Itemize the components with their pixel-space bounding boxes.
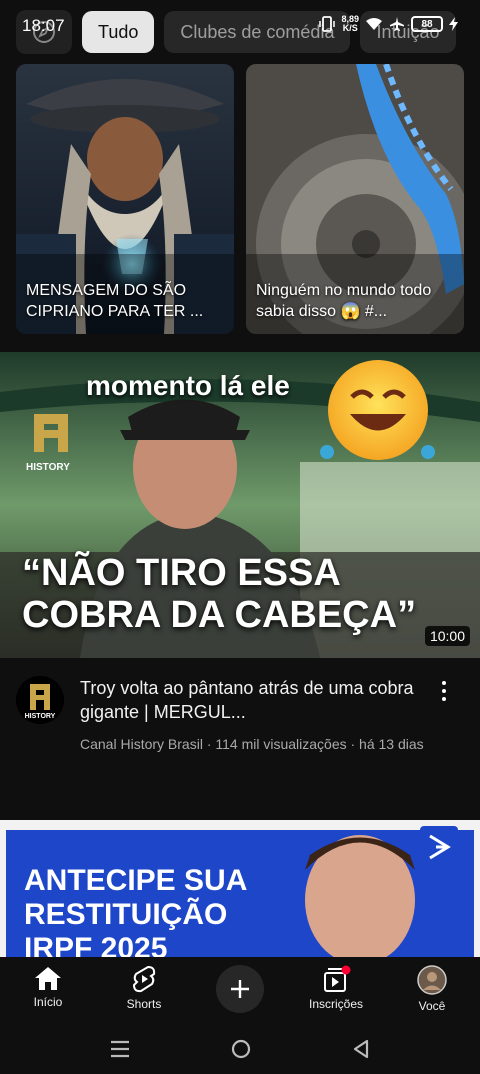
nav-home[interactable]: Início bbox=[0, 957, 96, 1023]
nav-home-label: Início bbox=[33, 995, 63, 1009]
more-options-button[interactable] bbox=[434, 678, 454, 704]
overlay-caption: momento lá ele bbox=[86, 370, 290, 401]
battery-indicator: 88 bbox=[411, 16, 443, 32]
video-title[interactable]: Troy volta ao pântano atrás de uma cobra… bbox=[80, 676, 420, 724]
status-bar: Tudo Clubes de comédia Intuição 18:07 8,… bbox=[0, 0, 480, 62]
subscriptions-icon bbox=[324, 965, 351, 992]
charging-icon bbox=[449, 17, 458, 31]
overlay-quote: “NÃO TIRO ESSA COBRA DA CABEÇA” bbox=[22, 552, 417, 636]
home-circle-icon[interactable] bbox=[230, 1038, 252, 1060]
profile-avatar bbox=[417, 965, 447, 995]
video-metadata: Canal History Brasil · 114 mil visualiza… bbox=[80, 736, 424, 752]
create-button[interactable] bbox=[216, 965, 264, 1013]
nav-shorts-label: Shorts bbox=[126, 997, 162, 1011]
nav-you[interactable]: Você bbox=[384, 957, 480, 1023]
ad-headline: ANTECIPE SUA RESTITUIÇÃO IRPF 2025 bbox=[24, 864, 248, 960]
kebab-dot bbox=[442, 689, 446, 693]
wifi-icon bbox=[366, 18, 382, 30]
nav-create[interactable] bbox=[192, 957, 288, 1023]
short-caption-1: MENSAGEM DO SÃO CIPRIANO PARA TER ... bbox=[26, 282, 204, 320]
kebab-dot bbox=[442, 681, 446, 685]
chip-all[interactable]: Tudo bbox=[82, 11, 155, 53]
vibrate-icon bbox=[319, 16, 336, 32]
airplane-mode-icon bbox=[390, 17, 404, 31]
network-speed: 8,89 K/S bbox=[341, 14, 359, 33]
avatar-label: HISTORY bbox=[24, 713, 56, 720]
short-card-1[interactable]: MENSAGEM DO SÃO CIPRIANO PARA TER ... bbox=[16, 64, 234, 334]
nav-you-label: Você bbox=[418, 999, 446, 1013]
kebab-dot bbox=[442, 697, 446, 701]
system-navigation-bar bbox=[0, 1023, 480, 1074]
ad-banner[interactable]: ANTECIPE SUA RESTITUIÇÃO IRPF 2025 bbox=[0, 820, 480, 960]
history-logo-text: HISTORY bbox=[26, 462, 70, 473]
short-caption-2: Ninguém no mundo todo sabia disso 😱 #... bbox=[256, 282, 432, 320]
short-card-2[interactable]: Ninguém no mundo todo sabia disso 😱 #... bbox=[246, 64, 464, 334]
nav-subscriptions[interactable]: Inscrições bbox=[288, 957, 384, 1023]
shorts-shelf: MENSAGEM DO SÃO CIPRIANO PARA TER ... Ni… bbox=[16, 64, 464, 334]
recent-apps-icon[interactable] bbox=[109, 1039, 131, 1059]
status-time: 18:07 bbox=[22, 16, 65, 35]
nav-subscriptions-label: Inscrições bbox=[308, 997, 364, 1011]
nav-shorts[interactable]: Shorts bbox=[96, 957, 192, 1023]
back-icon[interactable] bbox=[351, 1039, 371, 1059]
home-icon bbox=[35, 967, 61, 990]
video-thumbnail[interactable]: HISTORY momento lá ele “NÃO TIRO ESSA CO… bbox=[0, 352, 480, 658]
status-icons: 8,89 K/S 88 bbox=[319, 15, 458, 33]
channel-avatar[interactable]: HISTORY bbox=[16, 676, 64, 724]
shorts-icon bbox=[132, 965, 156, 993]
bottom-navigation: Início Shorts Inscrições Você bbox=[0, 957, 480, 1023]
video-info: HISTORY Troy volta ao pântano atrás de u… bbox=[16, 672, 464, 782]
plus-icon bbox=[231, 980, 249, 998]
duration-badge: 10:00 bbox=[424, 626, 470, 646]
